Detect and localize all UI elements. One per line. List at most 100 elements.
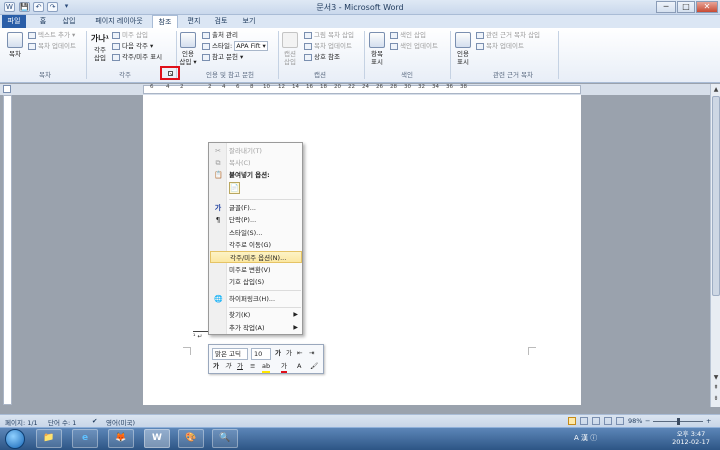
center-align-icon[interactable]: ≡	[250, 361, 255, 371]
mark-citation-button[interactable]: 인용 표시	[452, 32, 474, 66]
web-layout-view-icon[interactable]	[592, 417, 600, 425]
internet-explorer-taskbar-icon[interactable]: e	[72, 429, 98, 448]
word-taskbar-icon[interactable]: W	[144, 429, 170, 448]
next-page-icon[interactable]: ⇟	[712, 395, 720, 403]
print-layout-view-icon[interactable]	[568, 417, 576, 425]
menu-item-insert-symbol[interactable]: 기호 삽입(S)	[210, 276, 302, 288]
minimize-button[interactable]: ─	[656, 1, 676, 13]
horizontal-ruler[interactable]: 6 4 2 2 4 6 8 10 12 14 16 18 20 22 24 26…	[0, 84, 712, 95]
close-button[interactable]: ✕	[696, 1, 718, 13]
firefox-taskbar-icon[interactable]: 🦊	[108, 429, 134, 448]
draft-view-icon[interactable]	[616, 417, 624, 425]
zoom-out-button[interactable]: −	[645, 417, 650, 425]
keep-text-only-paste-button[interactable]: 📄	[229, 182, 240, 194]
paint-taskbar-icon[interactable]: 🎨	[178, 429, 204, 448]
menu-item-convert-to-endnote[interactable]: 미주로 변환(V)	[210, 264, 302, 276]
update-index-button[interactable]: 색인 업데이트	[390, 42, 438, 50]
next-footnote-button[interactable]: 다음 각주 ▾	[112, 42, 153, 50]
menu-item-font[interactable]: 가 글꼴(F)...	[210, 202, 302, 214]
footnote-dialog-launcher-button[interactable]: ↘	[168, 71, 173, 76]
maximize-button[interactable]: □	[677, 1, 695, 13]
system-tray[interactable]: A 漢 ⓘ	[574, 433, 597, 443]
tab-review[interactable]: 검토	[210, 15, 232, 28]
citation-style-select[interactable]: 스타일: APA Fift ▾	[202, 41, 268, 51]
format-painter-icon[interactable]: 🖌	[310, 361, 318, 371]
full-screen-view-icon[interactable]	[580, 417, 588, 425]
group-label-footnotes: 각주	[119, 71, 131, 79]
styles-icon[interactable]: A	[297, 361, 301, 371]
previous-page-icon[interactable]: ⇞	[712, 384, 720, 392]
start-button[interactable]	[5, 429, 25, 449]
context-menu: ✂ 잘라내기(T) ⧉ 복사(C) 📋 붙여넣기 옵션: 📄 가 글꼴(F)... ¶ 단…	[208, 142, 303, 335]
menu-item-paragraph[interactable]: ¶ 단락(P)...	[210, 214, 302, 226]
tab-mailings[interactable]: 편지	[183, 15, 205, 28]
insert-citation-button[interactable]: 인용 삽입 ▾	[178, 32, 198, 66]
group-label-toc: 목차	[39, 71, 51, 79]
manage-sources-button[interactable]: 출처 관리	[202, 31, 238, 39]
page-count[interactable]: 페이지: 1/1	[5, 417, 38, 427]
insert-toa-button[interactable]: 관련 근거 목차 삽입	[476, 31, 540, 39]
vertical-ruler[interactable]	[3, 95, 12, 405]
increase-indent-icon[interactable]: ⇥	[309, 348, 314, 358]
explorer-taskbar-icon[interactable]: 📁	[36, 429, 62, 448]
menu-item-cut[interactable]: ✂ 잘라내기(T)	[210, 145, 302, 157]
scroll-down-icon[interactable]: ▼	[712, 374, 720, 382]
insert-caption-button[interactable]: 캡션 삽입	[280, 32, 300, 66]
cross-reference-button[interactable]: 상호 참조	[304, 53, 340, 61]
bibliography-button[interactable]: 참고 문헌 ▾	[202, 53, 243, 61]
tab-page-layout[interactable]: 페이지 레이아웃	[88, 15, 150, 28]
menu-item-more-actions[interactable]: 추가 작업(A) ▶	[210, 322, 302, 334]
show-notes-button[interactable]: 각주/미주 표시	[112, 53, 162, 61]
font-name-select[interactable]: 맑은 고딕	[212, 348, 248, 360]
scroll-thumb[interactable]	[712, 96, 720, 296]
zoom-in-button[interactable]: +	[706, 417, 711, 425]
grow-font-button[interactable]: 가	[275, 348, 281, 358]
insert-table-of-figures-button[interactable]: 그림 목차 삽입	[304, 31, 354, 39]
footnote-reference[interactable]: ¹ ↵	[193, 333, 202, 340]
ruler-number: 12	[278, 84, 285, 90]
menu-item-style[interactable]: 스타일(S)...	[210, 227, 302, 239]
menu-item-find[interactable]: 찾기(K) ▶	[210, 309, 302, 321]
update-toc-button[interactable]: 목차 업데이트	[28, 42, 76, 50]
add-text-button[interactable]: 텍스트 추가 ▾	[28, 31, 75, 39]
taskbar-clock[interactable]: 오후 3:47 2012-02-17	[665, 430, 717, 446]
bold-button[interactable]: 가	[213, 361, 219, 371]
insert-footnote-button[interactable]: 가나¹ 각주 삽입	[90, 32, 110, 62]
scroll-up-icon[interactable]: ▲	[712, 86, 720, 94]
magnifier-taskbar-icon[interactable]: 🔍	[212, 429, 238, 448]
tab-selector-icon[interactable]	[3, 85, 11, 93]
language-indicator[interactable]: 영어(미국)	[106, 417, 135, 427]
menu-item-go-to-footnote[interactable]: 각주로 이동(G)	[210, 239, 302, 251]
menu-item-footnote-options[interactable]: 각주/미주 옵션(N)...	[210, 251, 302, 263]
tab-insert[interactable]: 삽입	[58, 15, 80, 28]
menu-item-copy[interactable]: ⧉ 복사(C)	[210, 157, 302, 169]
update-figures-table-button[interactable]: 목차 업데이트	[304, 42, 352, 50]
outline-view-icon[interactable]	[604, 417, 612, 425]
vertical-scrollbar[interactable]: ▲ ▼ ⇞ ⇟	[710, 84, 720, 407]
underline-button[interactable]: 가	[237, 361, 243, 371]
paste-icon: 📋	[214, 171, 223, 179]
tab-references[interactable]: 참조	[152, 15, 178, 28]
menu-item-hyperlink[interactable]: 🌐 하이퍼링크(H)...	[210, 293, 302, 305]
highlight-color-button[interactable]: ab	[262, 361, 271, 373]
decrease-indent-icon[interactable]: ⇤	[297, 348, 302, 358]
margin-corner-mark	[183, 347, 191, 355]
mark-entry-button[interactable]: 항목 표시	[366, 32, 388, 66]
tab-view[interactable]: 보기	[238, 15, 260, 28]
tab-home[interactable]: 홈	[34, 15, 52, 28]
shrink-font-button[interactable]: 가	[286, 348, 292, 358]
update-toa-button[interactable]: 목차 업데이트	[476, 42, 524, 50]
insert-endnote-button[interactable]: 미주 삽입	[112, 31, 148, 39]
font-size-select[interactable]: 10	[251, 348, 271, 360]
proofing-icon[interactable]: ✔	[92, 417, 97, 425]
italic-button[interactable]: 가	[225, 361, 231, 371]
insert-index-button[interactable]: 색인 삽입	[390, 31, 426, 39]
toc-button[interactable]: 목차	[4, 32, 26, 58]
tab-file[interactable]: 파일	[2, 15, 26, 28]
zoom-slider-thumb[interactable]	[677, 418, 680, 425]
font-color-button[interactable]: 가	[281, 361, 287, 373]
copy-icon: ⧉	[215, 159, 221, 167]
update-icon	[304, 42, 312, 50]
zoom-level[interactable]: 98%	[628, 417, 642, 425]
word-count[interactable]: 단어 수: 1	[48, 417, 76, 427]
